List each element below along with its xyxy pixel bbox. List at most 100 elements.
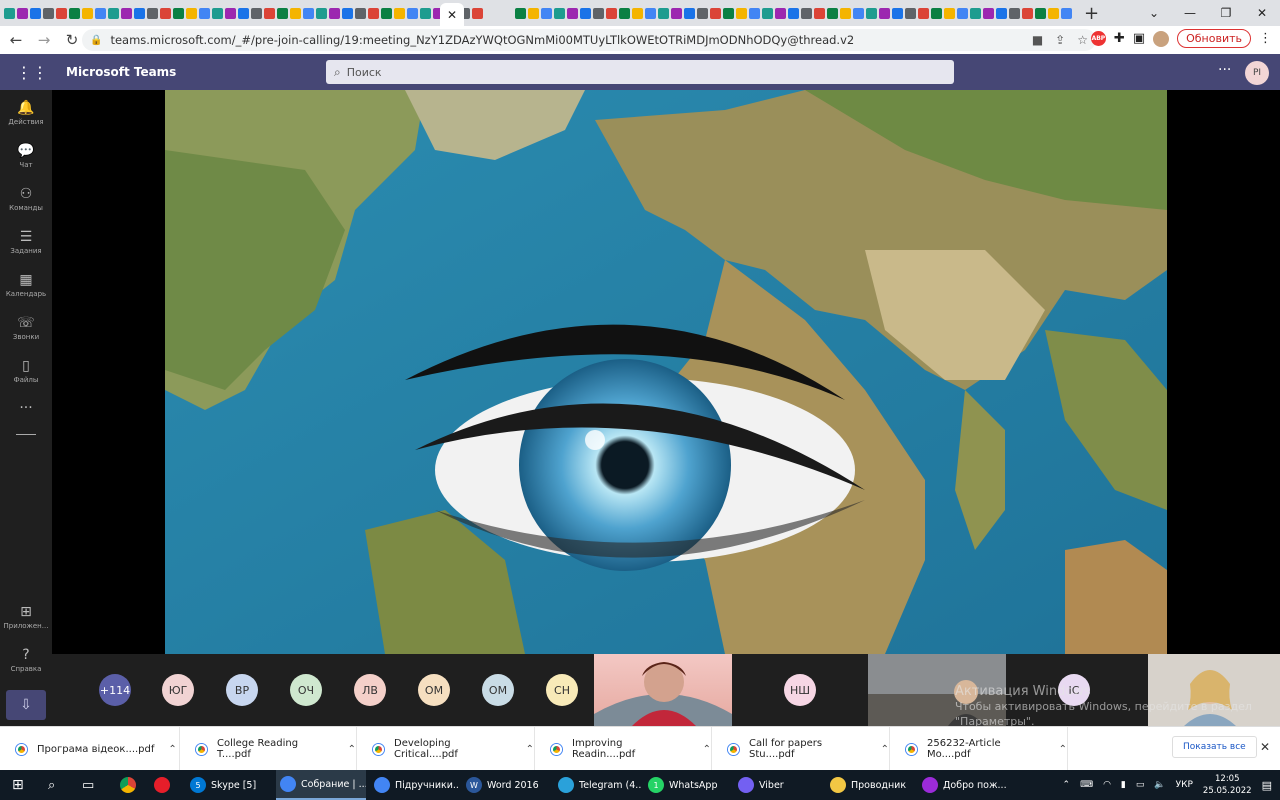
tab-favicon-icon[interactable] — [996, 7, 1007, 19]
lock-icon[interactable]: 🔒 — [90, 35, 102, 46]
tab-favicon-icon[interactable] — [723, 7, 734, 19]
rail-item-6[interactable]: ▯ Файлы — [0, 358, 52, 384]
tab-favicon-icon[interactable] — [684, 7, 695, 19]
tab-favicon-icon[interactable] — [329, 7, 340, 19]
tab-favicon-icon[interactable] — [554, 7, 565, 19]
tab-favicon-icon[interactable] — [619, 7, 630, 19]
download-options-chevron-icon[interactable]: ⌃ — [881, 744, 889, 755]
rail-item-4[interactable]: ▦ Календарь — [0, 272, 52, 298]
tab-favicon-icon[interactable] — [801, 7, 812, 19]
tab-favicon-icon[interactable] — [30, 7, 41, 19]
tab-favicon-icon[interactable] — [95, 7, 106, 19]
download-options-chevron-icon[interactable]: ⌃ — [1059, 744, 1067, 755]
volume-icon[interactable]: 🔈 — [1154, 780, 1165, 790]
tab-favicon-icon[interactable] — [43, 7, 54, 19]
rail-item-2[interactable]: ⚇ Команды — [0, 186, 52, 212]
rail-item-3[interactable]: ☰ Задания — [0, 229, 52, 255]
search-input[interactable]: ⌕ Поиск — [326, 60, 954, 84]
tab-favicon-icon[interactable] — [394, 7, 405, 19]
taskbar-search-icon[interactable]: ⌕ — [48, 770, 55, 800]
taskbar-app[interactable]: 5 Skype [5] — [186, 770, 274, 800]
tab-favicon-icon[interactable] — [1061, 7, 1072, 19]
tab-favicon-icon[interactable] — [567, 7, 578, 19]
tray-keyboard-icon[interactable]: ⌨ — [1080, 780, 1093, 790]
start-button[interactable]: ⊞ — [12, 770, 24, 800]
taskbar-opera-icon[interactable] — [154, 770, 175, 800]
rail-item-1[interactable]: 💬 Чат — [0, 143, 52, 169]
tab-favicon-icon[interactable] — [970, 7, 981, 19]
tab-favicon-icon[interactable] — [736, 7, 747, 19]
tab-favicon-icon[interactable] — [814, 7, 825, 19]
adblock-icon[interactable]: ABP — [1090, 31, 1106, 46]
minimize-button[interactable]: — — [1172, 0, 1208, 26]
tab-favicon-icon[interactable] — [606, 7, 617, 19]
notifications-icon[interactable]: ▤ — [1262, 779, 1272, 792]
tab-favicon-icon[interactable] — [303, 7, 314, 19]
taskbar-app[interactable]: 1 WhatsApp — [644, 770, 732, 800]
profile-avatar[interactable] — [1153, 30, 1170, 47]
tab-favicon-icon[interactable] — [593, 7, 604, 19]
download-options-chevron-icon[interactable]: ⌃ — [348, 744, 356, 755]
sidepanel-icon[interactable]: ▣ — [1133, 31, 1145, 46]
usb-icon[interactable]: ▮ — [1121, 780, 1126, 790]
tab-favicon-icon[interactable] — [82, 7, 93, 19]
tab-favicon-icon[interactable] — [420, 7, 431, 19]
tab-favicon-icon[interactable] — [121, 7, 132, 19]
tab-favicon-icon[interactable] — [528, 7, 539, 19]
taskbar-chrome-icon[interactable] — [120, 770, 141, 800]
participant-avatar[interactable]: СН — [546, 674, 578, 706]
video-tile-participant[interactable] — [594, 654, 732, 726]
taskbar-app[interactable]: Проводник — [826, 770, 916, 800]
app-launcher-icon[interactable]: ⋮⋮ — [16, 63, 48, 82]
participant-avatar[interactable]: ВР — [226, 674, 258, 706]
tab-favicon-icon[interactable] — [775, 7, 786, 19]
tab-favicon-icon[interactable] — [944, 7, 955, 19]
taskbar-app[interactable]: Добро пож... — [918, 770, 1010, 800]
back-button[interactable]: ← — [4, 31, 28, 49]
tab-favicon-icon[interactable] — [658, 7, 669, 19]
forward-button[interactable]: → — [32, 31, 56, 49]
tab-favicon-icon[interactable] — [697, 7, 708, 19]
tab-favicon-icon[interactable] — [957, 7, 968, 19]
participant-avatar[interactable]: ЮГ — [162, 674, 194, 706]
close-download-bar-icon[interactable]: ✕ — [1260, 740, 1270, 754]
restore-button[interactable]: ❐ — [1208, 0, 1244, 26]
participant-avatar[interactable]: ЛВ — [354, 674, 386, 706]
tab-favicon-icon[interactable] — [290, 7, 301, 19]
wifi-icon[interactable]: ◠ — [1103, 780, 1111, 790]
download-item[interactable]: Improving Readin....pdf ⌃ — [535, 727, 712, 771]
tab-favicon-icon[interactable] — [264, 7, 275, 19]
pinned-tabs[interactable] — [4, 4, 1076, 22]
tab-favicon-icon[interactable] — [762, 7, 773, 19]
download-item[interactable]: Developing Critical....pdf ⌃ — [357, 727, 535, 771]
tab-favicon-icon[interactable] — [1048, 7, 1059, 19]
rail-bottom-item-0[interactable]: ⊞ Приложен... — [0, 604, 52, 630]
tab-search-icon[interactable]: ⌄ — [1136, 0, 1172, 26]
more-options-icon[interactable]: ··· — [1218, 62, 1231, 78]
tab-favicon-icon[interactable] — [853, 7, 864, 19]
tab-favicon-icon[interactable] — [147, 7, 158, 19]
taskbar-app[interactable]: Viber — [734, 770, 824, 800]
taskbar-app[interactable]: Telegram (4... — [554, 770, 642, 800]
download-options-chevron-icon[interactable]: ⌃ — [703, 744, 711, 755]
bookmark-star-icon[interactable]: ☆ — [1077, 33, 1088, 47]
tab-favicon-icon[interactable] — [342, 7, 353, 19]
tab-favicon-icon[interactable] — [251, 7, 262, 19]
tab-favicon-icon[interactable] — [186, 7, 197, 19]
tab-favicon-icon[interactable] — [199, 7, 210, 19]
download-item[interactable]: Call for papers Stu....pdf ⌃ — [712, 727, 890, 771]
taskbar-app[interactable]: W Word 2016 — [462, 770, 552, 800]
show-all-downloads-button[interactable]: Показать все — [1172, 736, 1257, 758]
participant-avatar[interactable]: ОЧ — [290, 674, 322, 706]
tab-favicon-icon[interactable] — [879, 7, 890, 19]
participant-avatar[interactable]: ОМ — [482, 674, 514, 706]
tab-favicon-icon[interactable] — [541, 7, 552, 19]
tab-favicon-icon[interactable] — [1009, 7, 1020, 19]
participant-avatar[interactable]: НШ — [784, 674, 816, 706]
tab-favicon-icon[interactable] — [892, 7, 903, 19]
tab-favicon-icon[interactable] — [827, 7, 838, 19]
language-indicator[interactable]: УКР — [1176, 780, 1193, 790]
tab-favicon-icon[interactable] — [316, 7, 327, 19]
tab-favicon-icon[interactable] — [840, 7, 851, 19]
clock[interactable]: 12:05 25.05.2022 — [1203, 773, 1252, 797]
